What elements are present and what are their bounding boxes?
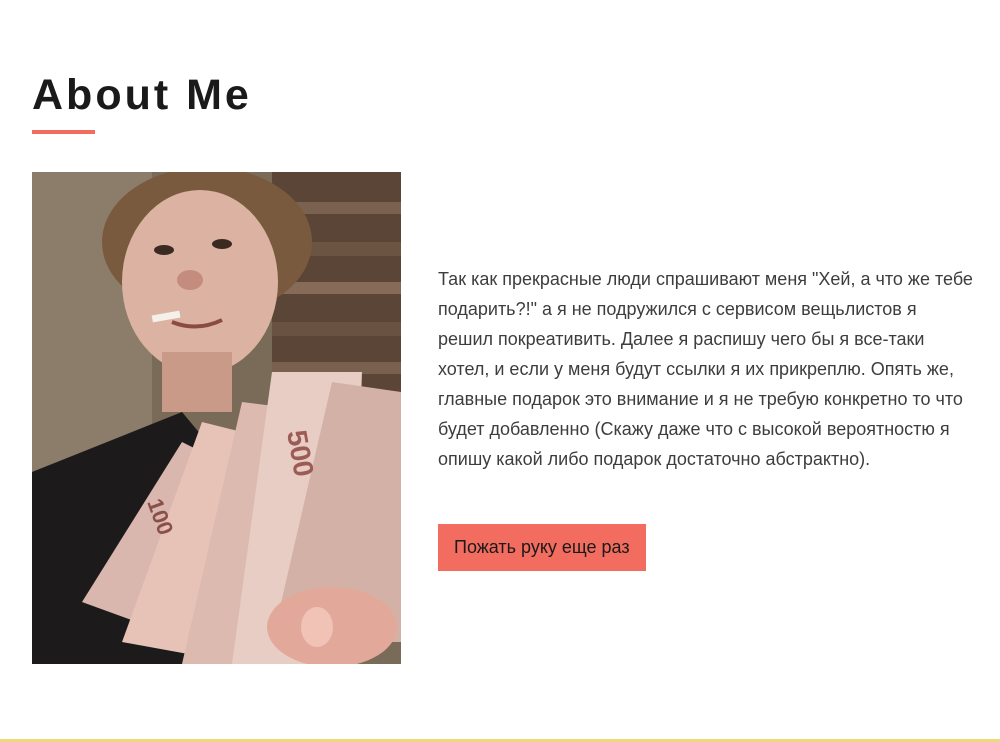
page-title: About Me — [32, 71, 252, 119]
about-paragraph: Так как прекрасные люди спрашивают меня … — [438, 269, 973, 469]
profile-photo: 500 100 — [32, 172, 401, 664]
title-underline — [32, 130, 95, 134]
handshake-button[interactable]: Пожать руку еще раз — [438, 524, 646, 571]
